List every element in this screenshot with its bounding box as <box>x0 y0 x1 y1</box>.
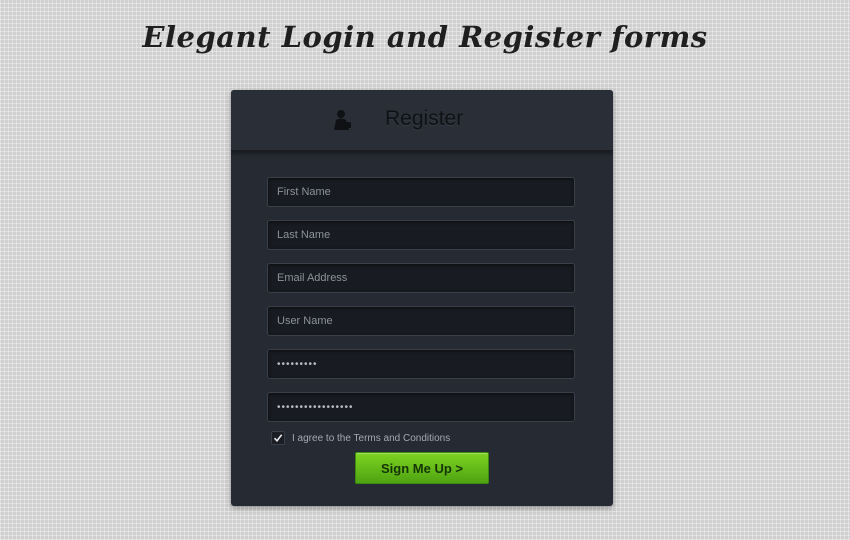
sign-me-up-button[interactable]: Sign Me Up > <box>355 452 489 484</box>
checkmark-icon <box>273 434 283 443</box>
terms-label: I agree to the Terms and Conditions <box>292 432 451 444</box>
user-silhouette-icon <box>332 109 352 131</box>
register-header: Register <box>231 90 613 151</box>
page-title: Elegant Login and Register forms <box>142 20 708 54</box>
password-field[interactable] <box>267 349 575 379</box>
last-name-field[interactable] <box>267 220 575 250</box>
confirm-password-field[interactable] <box>267 392 575 422</box>
terms-row: I agree to the Terms and Conditions <box>271 430 450 446</box>
username-field[interactable] <box>267 306 575 336</box>
register-title: Register <box>385 107 464 130</box>
first-name-field[interactable] <box>267 177 575 207</box>
terms-checkbox[interactable] <box>271 431 285 445</box>
email-field[interactable] <box>267 263 575 293</box>
register-card: Register I agree to the Terms and Condit… <box>231 90 613 506</box>
